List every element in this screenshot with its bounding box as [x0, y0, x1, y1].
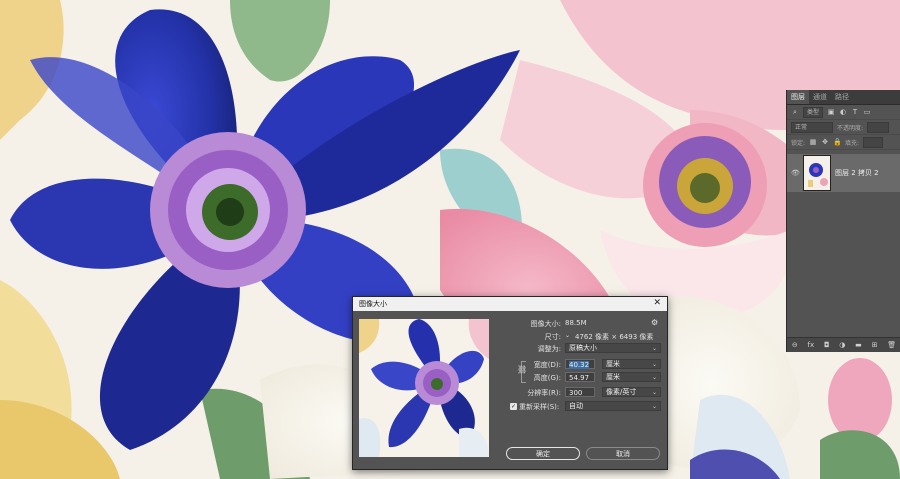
image-size-label: 图像大小: — [530, 320, 561, 328]
dialog-title-bar[interactable]: 图像大小 ✕ — [353, 297, 667, 311]
layer-filter-row: ⌕ 类型 ▣ ◐ T ▭ — [787, 105, 900, 120]
cancel-button[interactable]: 取消 — [586, 447, 660, 460]
width-label: 宽度(D): — [533, 361, 561, 369]
resolution-unit-select[interactable]: 像素/英寸 ⌄ — [602, 387, 661, 397]
dimensions-value: 4762 像素 × 6493 像素 — [575, 333, 654, 341]
width-unit: 厘米 — [606, 360, 620, 368]
blend-mode-select[interactable]: 正常 — [791, 121, 833, 133]
fit-to-select[interactable]: 原稿大小 ⌄ — [565, 343, 661, 353]
lock-label: 锁定: — [791, 139, 806, 147]
resample-label: 重新采样(S): — [519, 403, 560, 411]
dialog-title: 图像大小 — [359, 300, 387, 308]
width-unit-select[interactable]: 厘米 ⌄ — [602, 359, 661, 369]
lock-pixels-icon[interactable]: ▦ — [809, 138, 817, 146]
resample-value: 自动 — [569, 402, 583, 410]
dimensions-label: 尺寸: — [544, 333, 561, 341]
type-filter-icon[interactable]: T — [851, 108, 859, 116]
adjustment-layer-icon[interactable]: ◑ — [839, 341, 845, 349]
fit-to-label: 调整为: — [537, 345, 561, 353]
image-size-dialog: 图像大小 ✕ 图像大小: 88.5M ⚙ 尺寸: ⌄ 4762 像素 × 649… — [352, 296, 668, 470]
close-icon[interactable]: ✕ — [653, 298, 661, 308]
chevron-down-icon: ⌄ — [651, 403, 657, 410]
chevron-down-icon: ⌄ — [651, 389, 657, 396]
shape-filter-icon[interactable]: ▭ — [863, 108, 871, 116]
image-preview[interactable] — [359, 319, 489, 457]
resample-select[interactable]: 自动 ⌄ — [565, 401, 661, 411]
layer-row[interactable]: 👁 图层 2 拷贝 2 — [787, 154, 900, 192]
fill-label: 填充: — [845, 139, 860, 147]
layer-thumbnail — [803, 155, 831, 191]
resolution-label: 分辨率(R): — [527, 389, 561, 397]
height-unit-select[interactable]: 厘米 ⌄ — [602, 372, 661, 382]
search-icon: ⌕ — [793, 107, 797, 116]
chevron-down-icon: ⌄ — [651, 374, 657, 381]
link-layers-icon[interactable]: ⊖ — [792, 341, 798, 349]
resolution-unit: 像素/英寸 — [606, 388, 637, 396]
resolution-value: 300 — [569, 389, 583, 397]
kind-filter-select[interactable]: 类型 — [803, 106, 824, 118]
chevron-down-icon: ⌄ — [651, 361, 657, 368]
opacity-field[interactable] — [867, 121, 890, 133]
group-folder-icon[interactable]: ▬ — [855, 341, 862, 349]
lock-all-icon[interactable]: 🔒 — [833, 138, 842, 146]
fx-icon[interactable]: fx — [808, 341, 815, 349]
layers-panel: 图层 通道 路径 ⌕ 类型 ▣ ◐ T ▭ 正常 不透明度: 锁定: ▦ ✥ 🔒… — [786, 90, 900, 352]
tab-channels[interactable]: 通道 — [809, 90, 831, 104]
eye-visibility-icon[interactable]: 👁 — [791, 169, 800, 177]
blend-mode-row: 正常 不透明度: — [787, 120, 900, 135]
lock-position-icon[interactable]: ✥ — [821, 138, 829, 146]
chevron-down-icon: ⌄ — [651, 345, 657, 352]
fill-field[interactable] — [863, 136, 884, 148]
trash-icon[interactable]: 🗑 — [887, 341, 896, 349]
height-value: 54.97 — [569, 374, 590, 382]
layer-name[interactable]: 图层 2 拷贝 2 — [835, 168, 879, 178]
opacity-label: 不透明度: — [837, 124, 864, 132]
fit-to-value: 原稿大小 — [569, 344, 597, 352]
tab-layers[interactable]: 图层 — [787, 90, 809, 104]
mask-icon[interactable]: ◘ — [824, 341, 830, 349]
resolution-input[interactable]: 300 — [565, 387, 595, 397]
layers-panel-tabs: 图层 通道 路径 — [787, 90, 900, 105]
new-layer-icon[interactable]: ⊞ — [872, 341, 878, 349]
gear-icon[interactable]: ⚙ — [651, 318, 658, 327]
resample-checkbox[interactable]: ✓ — [510, 403, 517, 410]
chevron-down-icon[interactable]: ⌄ — [565, 332, 570, 339]
height-unit: 厘米 — [606, 373, 620, 381]
adjustment-filter-icon[interactable]: ◐ — [839, 108, 847, 116]
width-input[interactable]: 40.32 — [565, 359, 595, 369]
ok-button[interactable]: 确定 — [506, 447, 580, 460]
layers-footer: ⊖ fx ◘ ◑ ▬ ⊞ 🗑 — [787, 337, 900, 352]
height-input[interactable]: 54.97 — [565, 372, 595, 382]
image-filter-icon[interactable]: ▣ — [827, 108, 835, 116]
image-size-value: 88.5M — [565, 319, 587, 327]
height-label: 高度(G): — [533, 374, 561, 382]
lock-row: 锁定: ▦ ✥ 🔒 填充: — [787, 135, 900, 150]
tab-paths[interactable]: 路径 — [831, 90, 853, 104]
width-value: 40.32 — [569, 361, 590, 369]
